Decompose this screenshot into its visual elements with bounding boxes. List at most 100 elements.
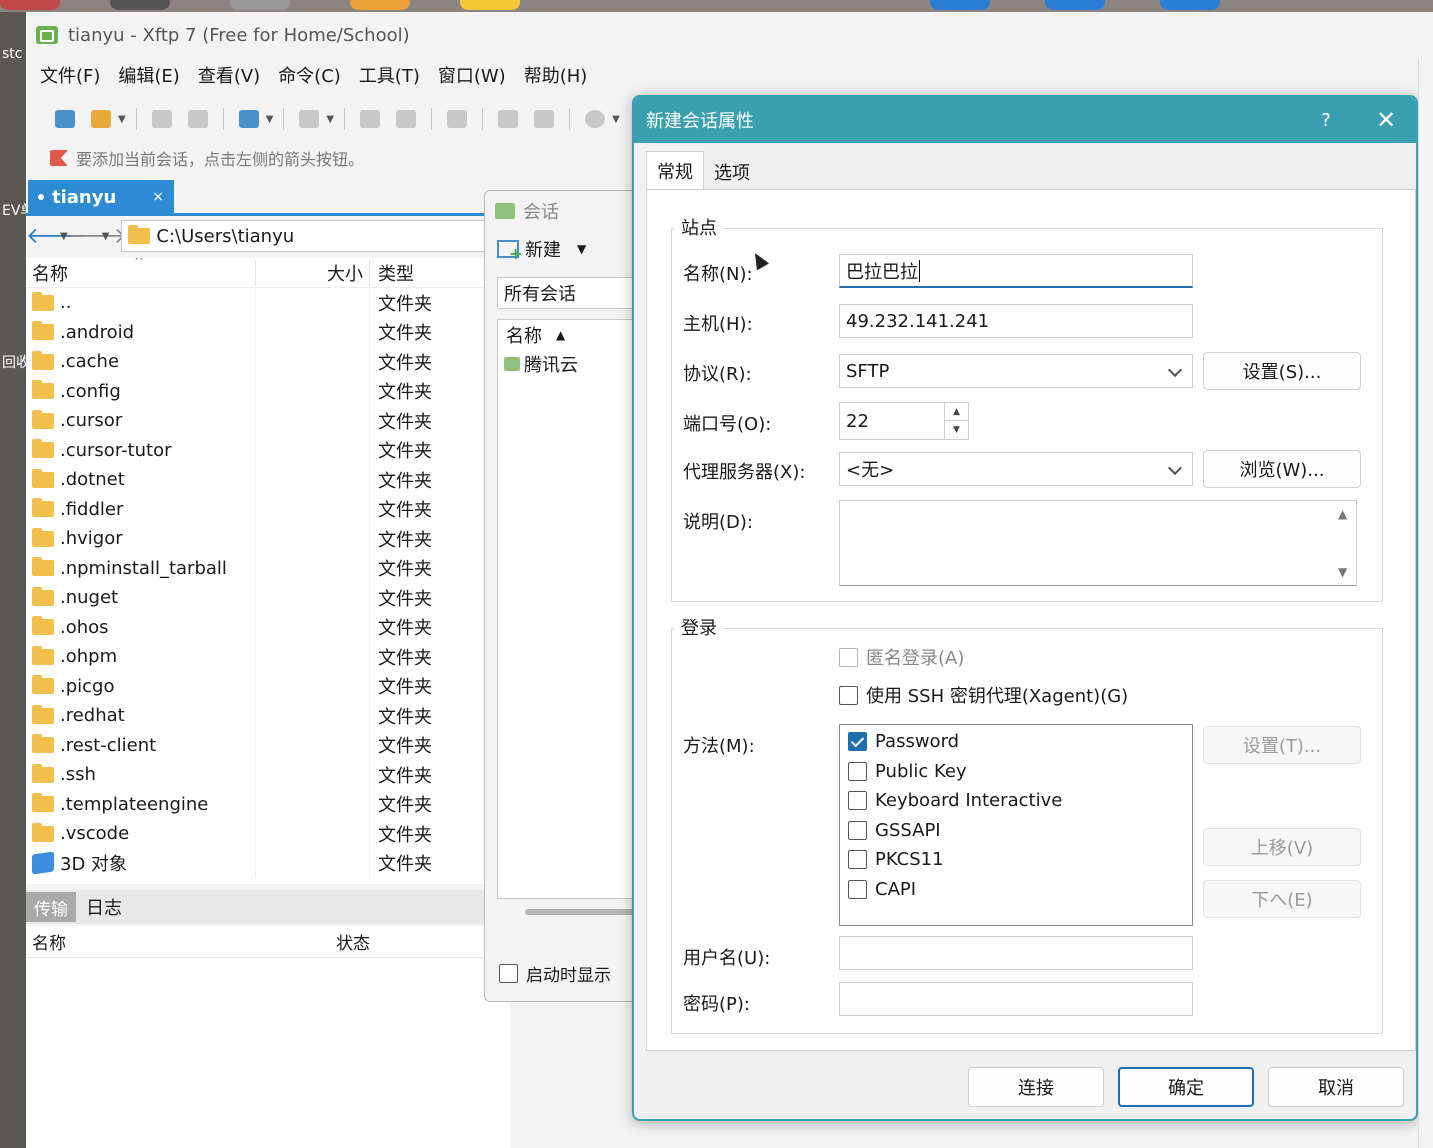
forward-arrow-icon[interactable]: 🡒 [68,223,127,249]
chevron-down-icon[interactable]: ▼ [102,231,110,242]
tab-close-icon[interactable]: × [152,189,164,205]
new-session-button[interactable]: 新建 [525,236,561,262]
file-row[interactable]: .dotnet文件夹2 [26,465,510,495]
file-row[interactable]: .picgo文件夹2 [26,671,510,701]
column-header-status[interactable]: 状态 [336,929,486,954]
connect-icon[interactable] [147,106,177,132]
menu-window[interactable]: 窗口(W) [438,62,506,94]
path-input[interactable]: C:\Users\tianyu [121,220,502,252]
file-row[interactable]: .rest-client文件夹2 [26,730,510,760]
tab-log[interactable]: 日志 [86,894,122,920]
port-stepper[interactable]: 22 ▲ ▼ [839,402,969,440]
file-row[interactable]: .redhat文件夹2 [26,701,510,731]
file-row[interactable]: .ohpm文件夹2 [26,642,510,672]
transfer-icon[interactable] [442,106,472,132]
file-row[interactable]: .. 文件夹 [26,288,510,318]
description-textarea[interactable]: ▲ ▼ [839,500,1357,586]
new-session-icon[interactable] [50,106,80,132]
file-row[interactable]: .cache文件夹2 [26,347,510,377]
checkbox-box[interactable] [848,820,867,840]
file-row[interactable]: .nuget文件夹2 [26,583,510,613]
scroll-down-icon[interactable]: ▼ [1338,565,1347,579]
dialog-titlebar[interactable]: 新建会话属性 ? ✕ [634,97,1416,143]
username-input[interactable] [839,936,1193,970]
host-input[interactable]: 49.232.141.241 [839,304,1193,338]
move-down-button[interactable]: 下へ(E) [1203,880,1361,918]
password-input[interactable] [839,982,1193,1016]
proxy-select[interactable]: <无> [839,452,1193,486]
copy-icon[interactable] [355,106,385,132]
file-row[interactable]: .fiddler文件夹2 [26,494,510,524]
auth-method-item[interactable]: GSSAPI [848,820,941,841]
tab-transfer[interactable]: 传输 [26,892,76,922]
menu-tools[interactable]: 工具(T) [359,62,420,94]
menu-edit[interactable]: 编辑(E) [118,62,179,94]
menu-help[interactable]: 帮助(H) [524,62,588,94]
scroll-up-icon[interactable]: ▲ [1338,507,1347,521]
file-row[interactable]: .hvigor文件夹2 [26,524,510,554]
menu-view[interactable]: 查看(V) [198,62,260,94]
spin-up-icon[interactable]: ▲ [945,403,968,421]
checkbox-box[interactable] [839,647,858,667]
horizontal-scrollbar[interactable] [525,909,645,915]
menu-file[interactable]: 文件(F) [40,62,100,94]
chevron-down-icon[interactable]: ▼ [326,114,334,125]
auth-method-item[interactable]: PKCS11 [848,849,944,870]
auth-method-item[interactable]: Keyboard Interactive [848,790,1062,811]
method-settings-button[interactable]: 设置(T)... [1203,726,1361,764]
new-session-icon[interactable] [497,240,522,263]
cancel-button[interactable]: 取消 [1268,1067,1404,1107]
file-row[interactable]: 3D 对象文件夹2 [26,848,510,878]
chevron-down-icon[interactable]: ▼ [577,242,586,256]
file-row[interactable]: .templateengine文件夹2 [26,789,510,819]
spin-down-icon[interactable]: ▼ [945,421,968,439]
checkbox-box[interactable] [499,964,518,983]
checkbox-box[interactable] [848,879,867,899]
menu-command[interactable]: 命令(C) [278,62,341,94]
properties-icon[interactable] [234,106,264,132]
file-row[interactable]: .config文件夹2 [26,376,510,406]
back-arrow-icon[interactable]: 🡐 [26,223,85,249]
auth-method-item[interactable]: CAPI [848,879,916,900]
move-up-button[interactable]: 上移(V) [1203,828,1361,866]
ok-button[interactable]: 确定 [1118,1067,1254,1107]
chevron-down-icon[interactable]: ▼ [60,231,68,242]
checkbox-box[interactable] [848,850,867,869]
protocol-select[interactable]: SFTP [839,354,1193,388]
column-header-type[interactable]: 类型 [370,259,500,286]
file-row[interactable]: .vscode文件夹2 [26,819,510,849]
column-header-name[interactable]: 名称 [26,929,336,954]
protocol-settings-button[interactable]: 设置(S)... [1203,352,1361,390]
file-row[interactable]: .npminstall_tarball文件夹2 [26,553,510,583]
vertical-scrollbar[interactable]: ▲ ▼ [1332,501,1356,585]
proxy-browse-button[interactable]: 浏览(W)... [1203,450,1361,488]
tab-general[interactable]: 常规 [646,151,704,189]
globe-icon[interactable] [580,106,610,132]
auth-method-item[interactable]: Password [848,731,959,752]
file-row[interactable]: .ssh文件夹2 [26,760,510,790]
view-icon[interactable] [294,106,324,132]
disconnect-icon[interactable] [183,106,213,132]
paste-icon[interactable] [391,106,421,132]
column-header-name[interactable]: 名称 [506,322,542,348]
file-row[interactable]: .ohos文件夹2 [26,612,510,642]
anonymous-login-checkbox[interactable]: 匿名登录(A) [839,644,964,670]
sync-icon[interactable] [493,106,523,132]
chevron-down-icon[interactable]: ▼ [266,114,274,125]
bookmark-icon[interactable] [50,150,68,166]
name-input[interactable]: 巴拉巴拉 [839,254,1193,288]
checkbox-box[interactable] [848,732,867,751]
auth-method-item[interactable]: Public Key [848,761,967,782]
chevron-down-icon[interactable]: ▼ [612,114,620,125]
checkbox-box[interactable] [848,791,867,810]
connect-button[interactable]: 连接 [968,1067,1104,1107]
checkbox-box[interactable] [839,685,858,705]
tab-local-tianyu[interactable]: tianyu × [28,180,174,214]
column-header-size[interactable]: 大小 [256,259,370,286]
chevron-down-icon[interactable]: ▼ [118,114,126,125]
tab-options[interactable]: 选项 [704,155,760,189]
file-row[interactable]: .cursor文件夹2 [26,406,510,436]
close-icon[interactable]: ✕ [1356,106,1416,134]
show-on-startup-checkbox[interactable]: 启动时显示 [499,961,611,986]
open-folder-icon[interactable] [86,106,116,132]
